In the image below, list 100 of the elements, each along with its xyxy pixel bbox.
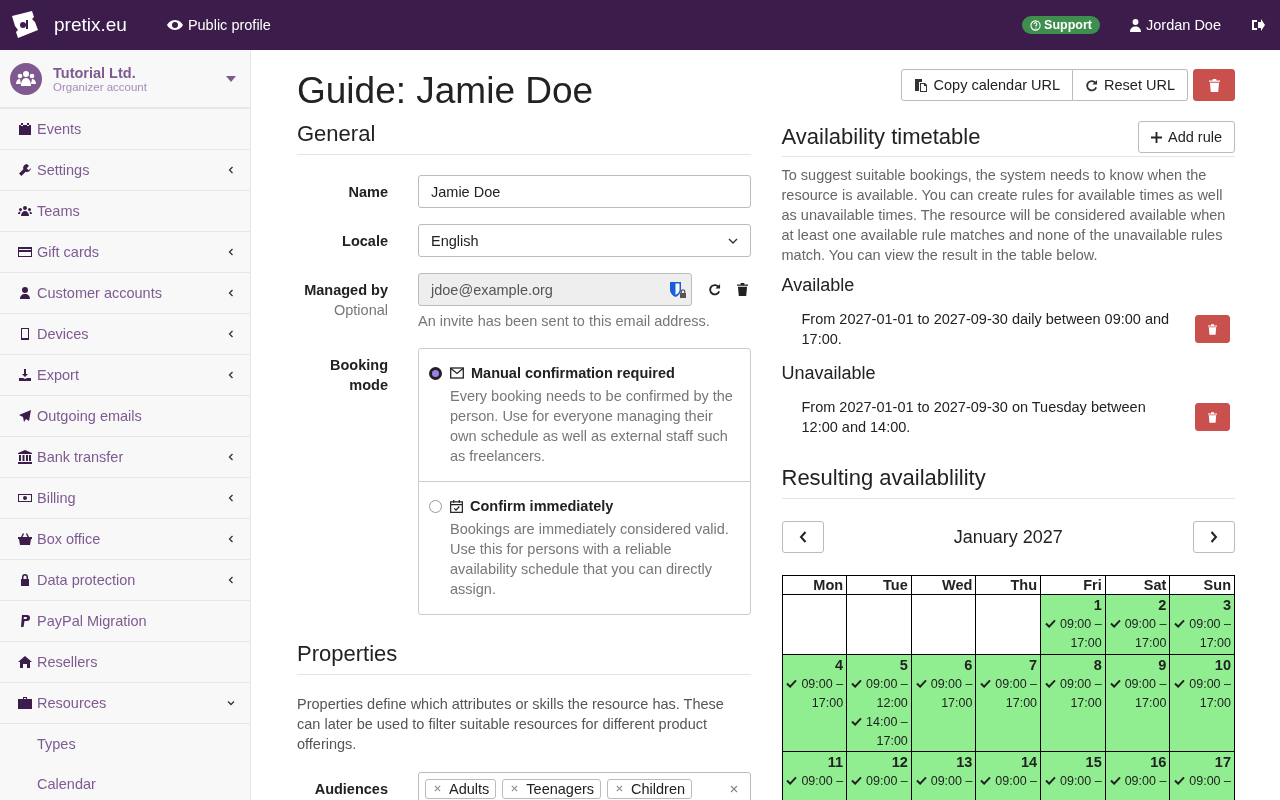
sidebar-item-label: Resources [37,695,108,711]
option-description: Every booking needs to be confirmed by the person. Use for everyone managing their own schedule as well as external staff such as freelancers. [450,387,734,466]
day-number: 4 [834,656,844,675]
radio-button[interactable] [429,366,442,380]
section-heading: Resulting availablility [781,465,1235,499]
next-month-button[interactable] [1193,521,1235,553]
sidebar-subitem[interactable]: Calendar [0,764,250,800]
check-icon [980,679,992,688]
sidebar-item[interactable]: Resources [0,683,250,724]
envelope-icon [450,367,464,379]
time-slot: 09:00 – 17:00 [1189,677,1231,710]
properties-description: Properties define which attributes or skills the resource has. These can later be used to filter suitable resources for different product offerings. [297,695,725,754]
public-profile-link[interactable]: Public profile [166,17,271,33]
sidebar-item[interactable]: PayPal Migration [0,601,250,642]
sidebar-item-label: Gift cards [37,244,101,260]
chevron-down-icon [227,699,235,707]
payment-icon [18,614,32,628]
sidebar-item[interactable]: Gift cards [0,232,250,273]
sidebar-item[interactable]: Customer accounts [0,273,250,314]
check-icon [851,717,863,726]
lock-icon [18,573,32,587]
sidebar-item[interactable]: Resellers [0,642,250,683]
delete-rule-button[interactable] [1195,403,1230,431]
basket-icon [18,532,32,546]
credit-card-icon [18,245,32,259]
plus-icon [1151,131,1162,143]
time-slot: 09:00 – [1124,774,1167,788]
trash-icon [1208,411,1217,423]
sidebar-item[interactable]: Teams [0,191,250,232]
sidebar-subitem[interactable]: Types [0,724,250,764]
audience-tag[interactable]: Teenagers [502,778,602,799]
sidebar-item-label: Teams [37,203,81,219]
day-number: 5 [898,656,908,675]
sidebar-item[interactable]: Export [0,355,250,396]
day-number: 10 [1213,656,1231,675]
name-field[interactable]: Jamie Doe [418,175,751,208]
add-rule-button[interactable]: Add rule [1138,121,1235,153]
sidebar-item-label: PayPal Migration [37,613,148,629]
day-number: 16 [1149,753,1167,772]
locale-select[interactable]: English [418,224,751,257]
delete-button[interactable] [1193,69,1235,101]
sidebar-item[interactable]: Settings [0,150,250,191]
sidebar-item[interactable]: Outgoing emails [0,396,250,437]
copy-calendar-url-button[interactable]: Copy calendar URL [900,69,1074,101]
refresh-icon [1085,78,1099,92]
trash-icon [1208,78,1220,92]
audience-tag[interactable]: Adults [425,778,497,799]
chevron-left-icon [227,576,235,584]
delete-rule-button[interactable] [1195,315,1230,343]
time-slot: 09:00 – 17:00 [995,677,1038,710]
weekday-header: Sat [1105,575,1170,595]
day-number: 7 [1028,656,1038,675]
time-slot: 09:00 – [866,774,908,788]
chevron-left-icon [227,248,235,256]
remove-icon[interactable] [616,785,624,792]
sidebar-item[interactable]: Box office [0,519,250,560]
clear-icon[interactable] [729,784,738,793]
trash-icon[interactable] [736,283,748,296]
sidebar-item-label: Export [37,367,80,383]
help-text: An invite has been sent to this email address. [418,313,711,329]
audience-tag[interactable]: Children [607,778,693,799]
sidebar-item[interactable]: Devices [0,314,250,355]
ticket-logo-icon[interactable] [10,10,40,40]
wrench-icon [18,163,32,177]
audiences-tag-field[interactable]: Adults Teenagers Children [418,772,751,800]
rule-text: From 2027-01-01 to 2027-09-30 daily between 09:00 and 17:00. [801,310,1171,349]
chevron-left-icon [227,166,235,174]
day-number: 2 [1157,596,1167,615]
refresh-icon[interactable] [707,283,721,296]
money-icon [18,491,32,505]
support-badge[interactable]: Support [1022,16,1101,34]
brand-name[interactable]: pretix.eu [54,14,127,36]
check-icon [915,679,927,688]
optional-hint: Optional [334,301,388,320]
check-icon [1045,776,1056,785]
radio-button[interactable] [429,499,442,513]
option-title: Manual confirmation required [471,365,675,381]
remove-icon[interactable] [511,785,519,792]
day-number: 14 [1019,753,1038,772]
check-icon [851,679,863,688]
remove-icon[interactable] [434,785,441,792]
time-slot: 09:00 – 17:00 [1124,677,1167,710]
organizer-switcher[interactable]: Tutorial Ltd. Organizer account [0,50,250,109]
time-slot: 14:00 – 17:00 [866,715,908,748]
previous-month-button[interactable] [781,521,824,553]
sidebar-item[interactable]: Data protection [0,560,250,601]
chevron-down-icon [727,237,738,244]
home-icon [18,655,32,669]
time-slot: 09:00 – 17:00 [1124,617,1167,650]
sidebar-item[interactable]: Bank transfer [0,437,250,478]
check-icon [1109,776,1121,785]
sidebar-item[interactable]: Billing [0,478,250,519]
field-label: Managed by [304,281,388,300]
sidebar-item-label: Box office [37,531,102,547]
check-icon [786,776,798,785]
logout-icon[interactable] [1251,19,1265,31]
sidebar-item[interactable]: Events [0,109,250,150]
user-menu-link[interactable]: Jordan Doe [1130,17,1221,33]
reset-url-button[interactable]: Reset URL [1073,69,1188,101]
day-number: 17 [1213,753,1231,772]
